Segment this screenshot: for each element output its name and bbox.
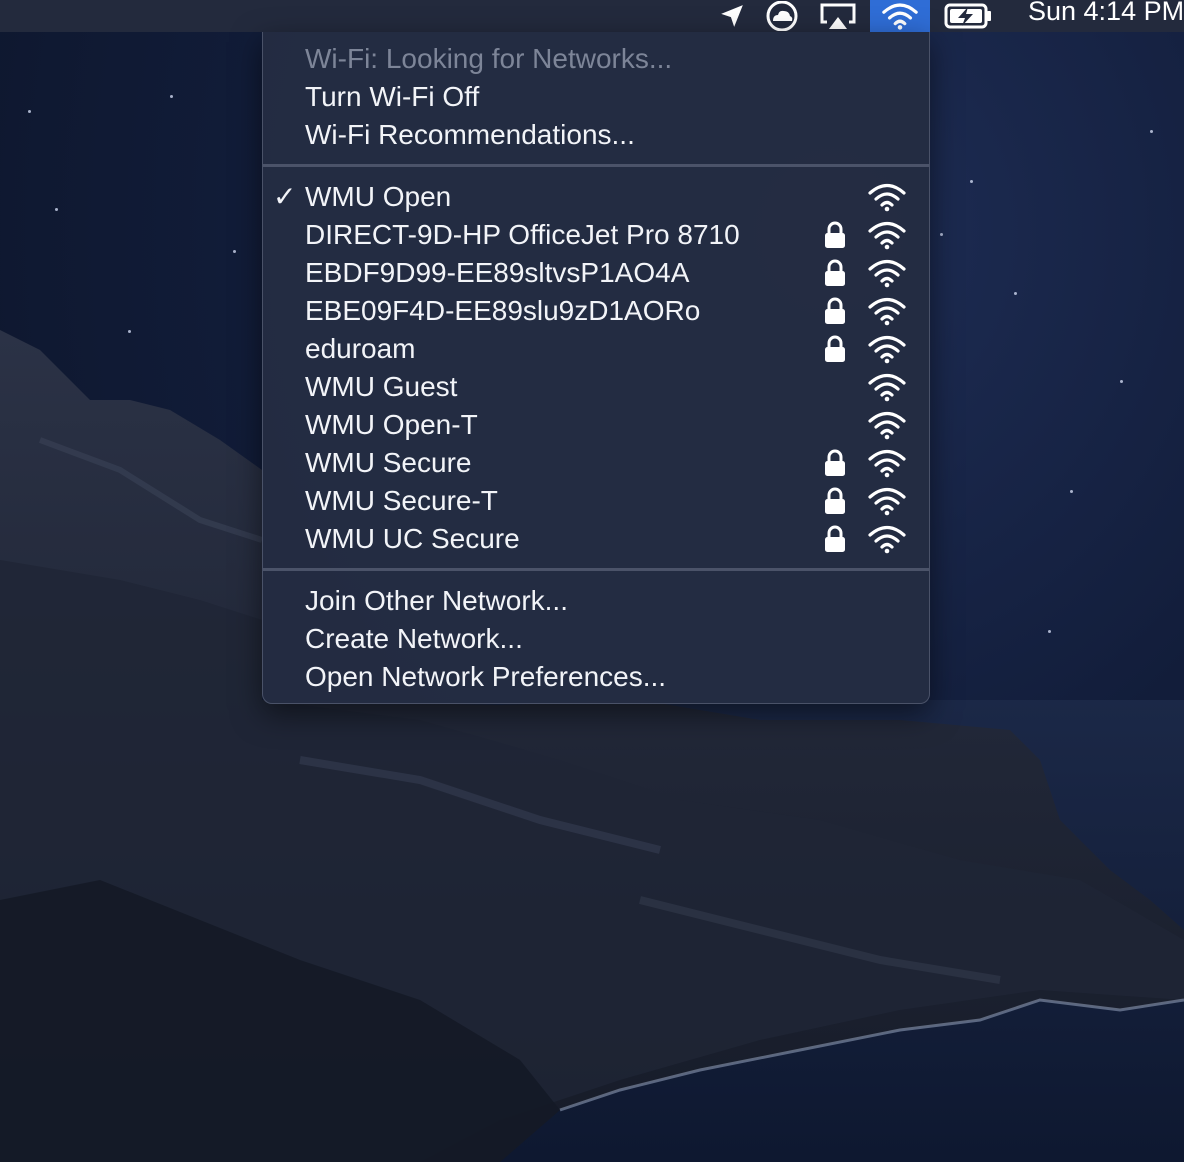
join-other-network-label: Join Other Network... <box>305 585 568 616</box>
airplay-icon[interactable] <box>816 0 860 32</box>
network-name: WMU Open-T <box>305 409 478 440</box>
wifi-signal-icon <box>867 258 907 288</box>
wifi-signal-icon <box>867 220 907 250</box>
wifi-signal-icon <box>867 486 907 516</box>
location-arrow-icon[interactable] <box>712 0 752 32</box>
turn-wifi-off-item[interactable]: Turn Wi-Fi Off <box>263 78 929 116</box>
network-item[interactable]: WMU UC Secure <box>263 520 929 558</box>
lock-icon <box>823 259 847 287</box>
wifi-signal-icon <box>867 410 907 440</box>
wifi-recommendations-item[interactable]: Wi-Fi Recommendations... <box>263 116 929 154</box>
wifi-signal-icon <box>867 182 907 212</box>
create-network-label: Create Network... <box>305 623 523 654</box>
wifi-signal-icon <box>867 448 907 478</box>
network-item[interactable]: WMU Secure <box>263 444 929 482</box>
network-name: DIRECT-9D-HP OfficeJet Pro 8710 <box>305 219 740 250</box>
lock-icon <box>823 487 847 515</box>
network-item[interactable]: DIRECT-9D-HP OfficeJet Pro 8710 <box>263 216 929 254</box>
network-item[interactable]: WMU Open-T <box>263 406 929 444</box>
network-name: WMU UC Secure <box>305 523 520 554</box>
network-item[interactable]: EBDF9D99-EE89sltvsP1AO4A <box>263 254 929 292</box>
network-name: EBDF9D99-EE89sltvsP1AO4A <box>305 257 690 288</box>
wifi-signal-icon <box>867 296 907 326</box>
network-name: EBE09F4D-EE89slu9zD1AORo <box>305 295 701 326</box>
wifi-recommendations-label: Wi-Fi Recommendations... <box>305 119 635 150</box>
lock-icon <box>823 449 847 477</box>
menubar-clock[interactable]: Sun 4:14 PM <box>1028 0 1184 27</box>
network-name: eduroam <box>305 333 416 364</box>
network-item[interactable]: eduroam <box>263 330 929 368</box>
network-item[interactable]: EBE09F4D-EE89slu9zD1AORo <box>263 292 929 330</box>
wifi-signal-icon <box>867 334 907 364</box>
open-network-preferences-item[interactable]: Open Network Preferences... <box>263 658 929 696</box>
open-network-preferences-label: Open Network Preferences... <box>305 661 667 692</box>
lock-icon <box>823 335 847 363</box>
wifi-signal-icon <box>867 372 907 402</box>
wifi-signal-icon <box>867 524 907 554</box>
menu-separator <box>263 164 929 167</box>
network-name: WMU Secure-T <box>305 485 498 516</box>
network-item[interactable]: WMU Secure-T <box>263 482 929 520</box>
wifi-menu-icon[interactable] <box>870 0 930 32</box>
turn-wifi-off-label: Turn Wi-Fi Off <box>305 81 480 112</box>
network-name: WMU Open <box>305 181 452 212</box>
battery-charging-icon[interactable] <box>942 0 996 32</box>
network-name: WMU Guest <box>305 371 458 402</box>
creative-cloud-icon[interactable] <box>760 0 804 32</box>
lock-icon <box>823 297 847 325</box>
network-item[interactable]: WMU Guest <box>263 368 929 406</box>
network-item[interactable]: ✓ WMU Open <box>263 178 929 216</box>
join-other-network-item[interactable]: Join Other Network... <box>263 582 929 620</box>
create-network-item[interactable]: Create Network... <box>263 620 929 658</box>
lock-icon <box>823 221 847 249</box>
wifi-dropdown-menu: Wi-Fi: Looking for Networks... Turn Wi-F… <box>262 32 930 704</box>
menu-separator <box>263 568 929 571</box>
checkmark-icon: ✓ <box>273 181 297 212</box>
lock-icon <box>823 525 847 553</box>
wifi-status-label: Wi-Fi: Looking for Networks... <box>305 43 673 74</box>
network-name: WMU Secure <box>305 447 472 478</box>
wifi-status-item: Wi-Fi: Looking for Networks... <box>263 40 929 78</box>
menu-bar: Sun 4:14 PM <box>0 0 1184 32</box>
